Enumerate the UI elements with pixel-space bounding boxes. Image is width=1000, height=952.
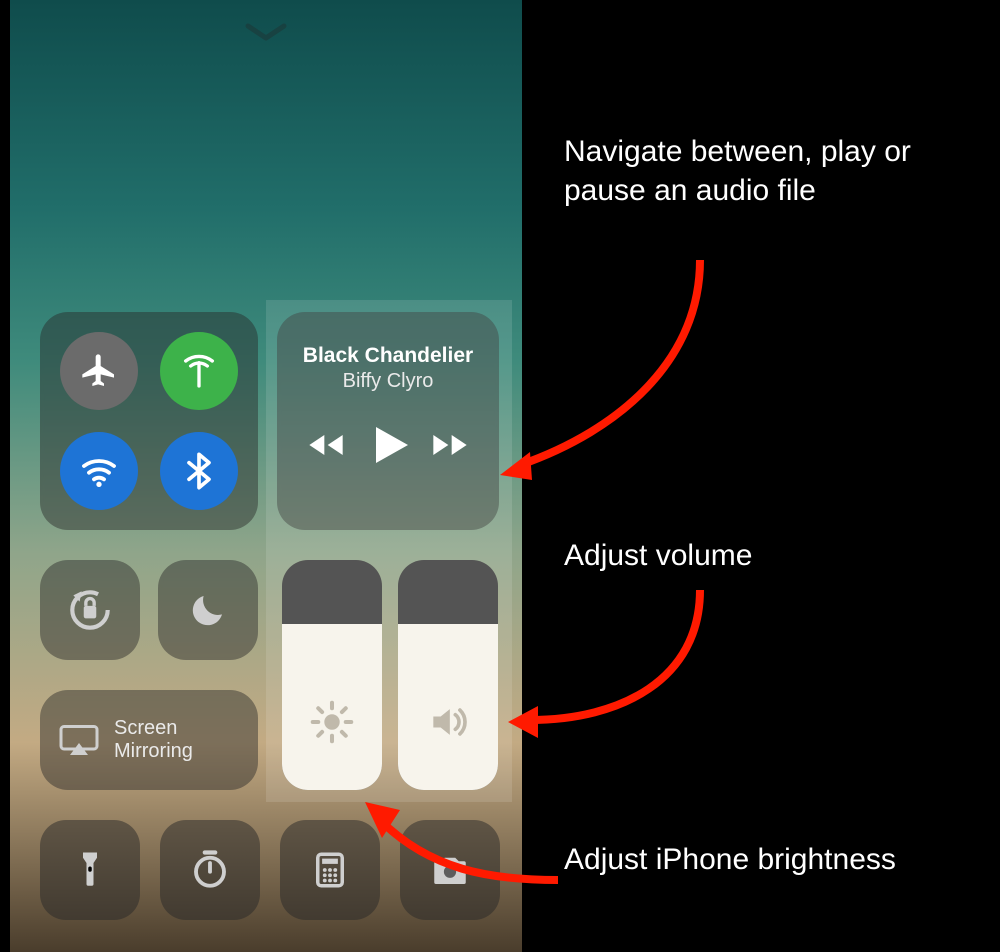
rotation-lock-toggle[interactable] (40, 560, 140, 660)
timer-icon (189, 849, 231, 891)
airplane-icon (79, 351, 119, 391)
calculator-icon (309, 849, 351, 891)
screen-mirroring-label: Screen Mirroring (114, 717, 193, 763)
do-not-disturb-toggle[interactable] (158, 560, 258, 660)
play-button[interactable] (364, 421, 412, 474)
volume-icon (426, 700, 470, 744)
chevron-down-icon[interactable] (244, 22, 288, 44)
calculator-button[interactable] (280, 820, 380, 920)
brightness-slider[interactable] (282, 560, 382, 790)
camera-icon (429, 849, 471, 891)
screen-mirroring-button[interactable]: Screen Mirroring (40, 690, 258, 790)
bluetooth-toggle[interactable] (160, 432, 238, 510)
airplay-icon (58, 722, 100, 758)
timer-button[interactable] (160, 820, 260, 920)
music-controls (289, 421, 487, 474)
cellular-data-toggle[interactable] (160, 332, 238, 410)
forward-icon (430, 425, 470, 465)
rewind-icon (306, 425, 346, 465)
annotation-music: Navigate between, play or pause an audio… (564, 132, 964, 210)
flashlight-icon (69, 849, 111, 891)
screen-mirroring-line1: Screen (114, 717, 193, 740)
cellular-icon (179, 351, 219, 391)
rewind-button[interactable] (306, 425, 346, 470)
forward-button[interactable] (430, 425, 470, 470)
play-icon (364, 421, 412, 469)
flashlight-button[interactable] (40, 820, 140, 920)
music-panel[interactable]: Black Chandelier Biffy Clyro (277, 312, 499, 530)
bluetooth-icon (179, 451, 219, 491)
screen-mirroring-line2: Mirroring (114, 740, 193, 763)
now-playing-artist: Biffy Clyro (289, 370, 487, 393)
annotation-brightness: Adjust iPhone brightness (564, 840, 964, 879)
wifi-icon (79, 451, 119, 491)
annotation-volume: Adjust volume (564, 536, 964, 575)
brightness-icon (310, 700, 354, 744)
wifi-toggle[interactable] (60, 432, 138, 510)
volume-slider[interactable] (398, 560, 498, 790)
now-playing-title: Black Chandelier (289, 344, 487, 368)
airplane-mode-toggle[interactable] (60, 332, 138, 410)
moon-icon (187, 589, 229, 631)
connectivity-panel[interactable] (40, 312, 258, 530)
control-center-screen: Black Chandelier Biffy Clyro (10, 0, 522, 952)
rotation-lock-icon (65, 585, 115, 635)
camera-button[interactable] (400, 820, 500, 920)
bottom-row (40, 820, 500, 920)
